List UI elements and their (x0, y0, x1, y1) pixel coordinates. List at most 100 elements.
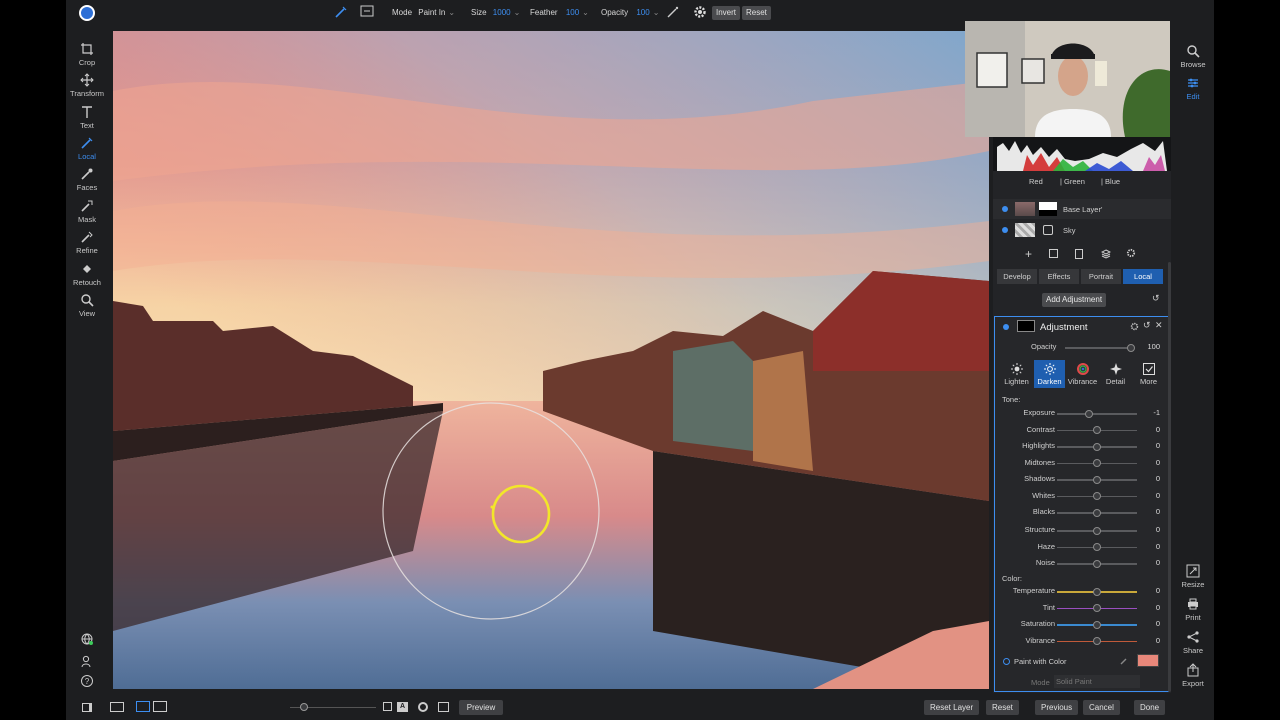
invert-button[interactable]: Invert (712, 6, 741, 20)
histogram-green-label[interactable]: | Green (1060, 177, 1085, 186)
tab-portrait[interactable]: Portrait (1081, 269, 1121, 284)
reset-button[interactable]: Reset (742, 6, 771, 20)
gear-icon[interactable] (693, 5, 707, 19)
tool-mask[interactable]: Mask (66, 199, 108, 224)
paint-color-swatch[interactable] (1137, 654, 1159, 667)
slider-track[interactable] (1057, 543, 1137, 551)
opacity-slider[interactable] (1065, 343, 1135, 352)
nav-browse[interactable]: Browse (1176, 44, 1210, 69)
tool-local[interactable]: Local (66, 136, 108, 161)
toggle-left-panel-icon[interactable] (82, 703, 92, 712)
help-icon[interactable]: ? (80, 674, 94, 688)
auto-icon[interactable]: A (397, 702, 408, 712)
paint-color-radio[interactable] (1003, 658, 1010, 665)
slider-knob[interactable] (1093, 442, 1101, 451)
histogram-red-label[interactable]: Red (1029, 177, 1043, 186)
mode-dropdown[interactable]: Mode Paint In ⌄ (392, 8, 455, 17)
slider-knob[interactable] (1093, 426, 1101, 434)
mask-overlay-icon[interactable] (438, 702, 449, 712)
layer-row[interactable]: Sky (993, 220, 1171, 240)
previous-button[interactable]: Previous (1035, 700, 1079, 715)
zoom-slider-knob[interactable] (300, 703, 308, 711)
paint-mode-dropdown[interactable]: Solid Paint (1054, 675, 1140, 688)
slider-track[interactable] (1057, 604, 1137, 612)
slider-knob[interactable] (1093, 459, 1101, 467)
opacity-control[interactable]: Opacity 100 ⌄ (601, 8, 659, 17)
nav-share[interactable]: Share (1176, 630, 1210, 655)
split-view-icon[interactable] (153, 701, 167, 712)
slider-knob[interactable] (1085, 409, 1093, 418)
preset-detail[interactable]: Detail (1100, 360, 1131, 388)
panel-scrollbar[interactable] (1168, 262, 1171, 692)
slider-knob[interactable] (1093, 475, 1101, 484)
layer-settings-gear-icon[interactable] (1126, 248, 1136, 258)
slider-track[interactable] (1057, 620, 1137, 629)
stack-layers-icon[interactable] (1100, 249, 1112, 259)
tab-effects[interactable]: Effects (1039, 269, 1079, 284)
layer-row[interactable]: Base Layer' (993, 199, 1171, 219)
copy-layer-icon[interactable] (1075, 249, 1083, 259)
nav-export[interactable]: Export (1176, 663, 1210, 688)
tool-refine[interactable]: Refine (66, 230, 108, 255)
eyedropper-icon[interactable] (1119, 656, 1129, 666)
slider-knob[interactable] (1093, 620, 1101, 629)
tool-retouch[interactable]: Retouch (66, 262, 108, 287)
tool-view[interactable]: View (66, 293, 108, 318)
tool-text[interactable]: Text (66, 105, 108, 130)
single-view-icon[interactable] (136, 701, 150, 712)
layer-visible-dot[interactable] (1002, 206, 1008, 212)
adjustment-active-dot[interactable] (1003, 324, 1009, 330)
slider-track[interactable] (1057, 442, 1137, 451)
duplicate-layer-icon[interactable] (1049, 249, 1058, 258)
histogram-blue-label[interactable]: | Blue (1101, 177, 1120, 186)
wand-icon[interactable] (666, 5, 680, 19)
slider-track[interactable] (1057, 426, 1137, 434)
slider-track[interactable] (1057, 475, 1137, 484)
slider-track[interactable] (1057, 409, 1137, 418)
record-icon[interactable] (418, 702, 428, 712)
checkbox-icon[interactable] (383, 702, 392, 711)
size-control[interactable]: Size 1000 ⌄ (471, 8, 520, 17)
tool-crop[interactable]: Crop (66, 42, 108, 67)
nav-print[interactable]: Print (1176, 597, 1210, 622)
slider-knob[interactable] (1093, 587, 1101, 596)
nav-edit[interactable]: Edit (1176, 76, 1210, 101)
close-icon[interactable]: ✕ (1155, 320, 1163, 331)
brush-tool-icon[interactable] (334, 5, 348, 19)
slider-knob[interactable] (1093, 508, 1101, 517)
tab-local[interactable]: Local (1123, 269, 1163, 284)
slider-knob[interactable] (1093, 526, 1101, 535)
add-layer-icon[interactable]: + (1025, 247, 1032, 261)
slider-knob[interactable] (1093, 492, 1101, 500)
photo-canvas[interactable] (113, 31, 989, 689)
slider-knob[interactable] (1093, 637, 1101, 645)
slider-knob[interactable] (1093, 559, 1101, 568)
preset-lighten[interactable]: Lighten (1001, 360, 1032, 388)
add-adjustment-button[interactable]: Add Adjustment (1042, 293, 1107, 307)
adjustment-reset-icon[interactable]: ↺ (1143, 320, 1151, 331)
slider-track[interactable] (1057, 492, 1137, 500)
tool-transform[interactable]: Transform (66, 73, 108, 98)
app-logo[interactable] (79, 5, 95, 21)
feather-control[interactable]: Feather 100 ⌄ (530, 8, 589, 17)
preset-more[interactable]: More (1133, 360, 1164, 388)
zoom-slider[interactable] (290, 703, 376, 711)
tab-develop[interactable]: Develop (997, 269, 1037, 284)
tool-faces[interactable]: Faces (66, 167, 108, 192)
slider-track[interactable] (1057, 526, 1137, 535)
slider-knob[interactable] (1127, 343, 1135, 352)
preview-button[interactable]: Preview (459, 700, 503, 715)
slider-track[interactable] (1057, 508, 1137, 517)
slider-knob[interactable] (1093, 543, 1101, 551)
adjustment-gear-icon[interactable] (1130, 322, 1139, 331)
done-button[interactable]: Done (1134, 700, 1166, 715)
preset-darken[interactable]: Darken (1034, 360, 1065, 388)
mask-view-icon[interactable] (360, 5, 374, 17)
globe-icon[interactable] (80, 632, 94, 646)
slider-track[interactable] (1057, 637, 1137, 645)
slider-knob[interactable] (1093, 604, 1101, 612)
reset-layer-button[interactable]: Reset Layer (924, 700, 980, 715)
cancel-button[interactable]: Cancel (1083, 700, 1120, 715)
slider-track[interactable] (1057, 559, 1137, 568)
filmstrip-icon[interactable] (110, 702, 124, 712)
